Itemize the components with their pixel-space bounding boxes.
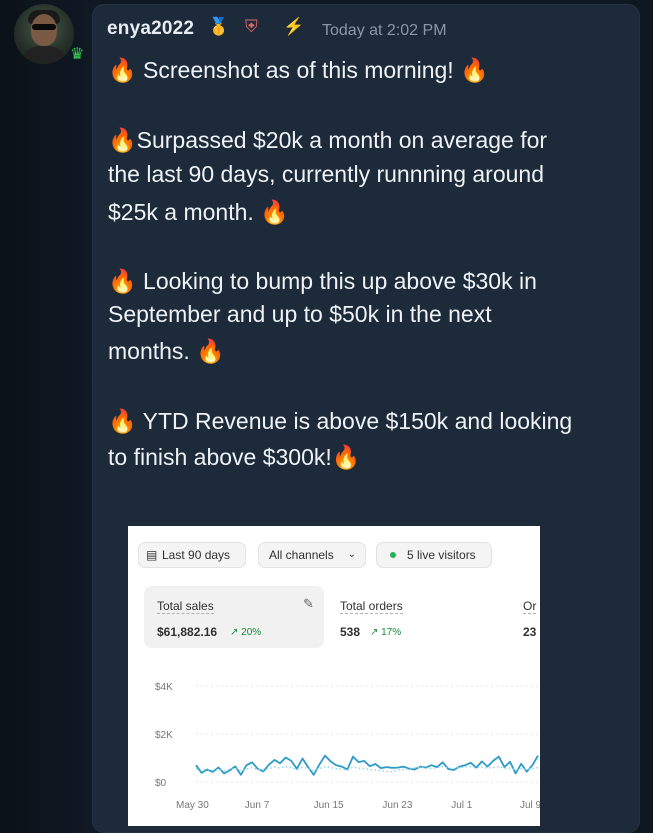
channels-label: All channels bbox=[269, 548, 334, 562]
timestamp: Today at 2:02 PM bbox=[322, 22, 447, 39]
message-line-4: $25k a month. 🔥 bbox=[108, 199, 289, 225]
fire-icon: 🔥 bbox=[331, 444, 361, 470]
third-metric-label: Or bbox=[523, 599, 537, 614]
message-line-1: 🔥 Screenshot as of this morning! 🔥 bbox=[108, 57, 489, 83]
fire-icon: 🔥 bbox=[460, 57, 489, 83]
medal-icon: 🥇 bbox=[208, 17, 230, 36]
x-tick-label: Jul 1 bbox=[451, 800, 473, 811]
y-tick-label: $4K bbox=[155, 682, 173, 693]
fire-icon: 🔥 bbox=[108, 57, 137, 83]
message-line-8: 🔥 YTD Revenue is above $150k and looking bbox=[108, 408, 573, 434]
chart-series bbox=[195, 754, 539, 776]
calendar-icon: ▤ bbox=[146, 548, 158, 562]
fire-icon: 🔥 bbox=[196, 338, 225, 364]
left-frame bbox=[0, 0, 100, 833]
message-line-3: the last 90 days, currently runnning aro… bbox=[108, 161, 544, 187]
message-line-6: September and up to $50k in the next bbox=[108, 301, 492, 327]
sales-chart: $4K $2K $0 May 30 Jun 7 Jun 15 Jun 23 Jul 1 Jul… bbox=[155, 682, 540, 811]
x-tick-label: Jul 9 bbox=[520, 800, 540, 811]
x-axis-labels: May 30 Jun 7 Jun 15 Jun 23 Jul 1 Jul 9 bbox=[176, 800, 540, 811]
x-tick-label: May 30 bbox=[176, 800, 209, 811]
message-line-7: months. 🔥 bbox=[108, 338, 225, 364]
x-tick-label: Jun 23 bbox=[382, 800, 412, 811]
comparison-series-line bbox=[195, 765, 539, 773]
live-dot-icon bbox=[390, 552, 396, 558]
crown-icon: ♛ bbox=[70, 46, 85, 63]
shield-icon: ⛨ bbox=[245, 17, 258, 36]
username[interactable]: enya2022 bbox=[107, 18, 194, 40]
third-metric-value: 23 bbox=[523, 625, 537, 639]
y-axis-labels: $4K $2K $0 bbox=[155, 682, 173, 789]
total-orders-change: ↗ 17% bbox=[370, 627, 402, 638]
y-tick-label: $2K bbox=[155, 730, 173, 741]
live-visitors-pill[interactable]: 5 live visitors bbox=[376, 542, 492, 568]
attached-screenshot[interactable]: ▤ Last 90 days All channels ⌄ 5 live vis… bbox=[128, 526, 540, 826]
pencil-icon[interactable]: ✎ bbox=[303, 596, 314, 612]
message-line-9: to finish above $300k!🔥 bbox=[108, 444, 361, 470]
total-orders-value: 538 bbox=[340, 625, 361, 639]
channels-filter[interactable]: All channels ⌄ bbox=[258, 542, 366, 568]
x-tick-label: Jun 7 bbox=[245, 800, 270, 811]
avatar-overlay: ♛ bbox=[14, 4, 84, 64]
fire-icon: 🔥 bbox=[108, 127, 137, 153]
fire-icon: 🔥 bbox=[260, 199, 289, 225]
total-sales-label: Total sales bbox=[157, 599, 214, 614]
total-orders-label: Total orders bbox=[340, 599, 403, 614]
message-line-2: 🔥Surpassed $20k a month on average for bbox=[108, 127, 548, 153]
fire-icon: 🔥 bbox=[108, 408, 137, 434]
chevron-down-icon: ⌄ bbox=[347, 549, 356, 560]
fire-icon: 🔥 bbox=[108, 268, 137, 294]
live-visitors-label: 5 live visitors bbox=[407, 548, 476, 562]
date-range-label: Last 90 days bbox=[162, 548, 231, 562]
date-range-filter[interactable]: ▤ Last 90 days bbox=[138, 542, 246, 568]
total-sales-change: ↗ 20% bbox=[230, 627, 262, 638]
sales-series-line bbox=[195, 754, 539, 776]
x-tick-label: Jun 15 bbox=[314, 800, 344, 811]
y-tick-label: $0 bbox=[155, 778, 167, 789]
bolt-icon: ⚡ bbox=[283, 17, 305, 36]
message-line-5: 🔥 Looking to bump this up above $30k in bbox=[108, 268, 537, 294]
total-sales-value: $61,882.16 bbox=[157, 625, 218, 639]
